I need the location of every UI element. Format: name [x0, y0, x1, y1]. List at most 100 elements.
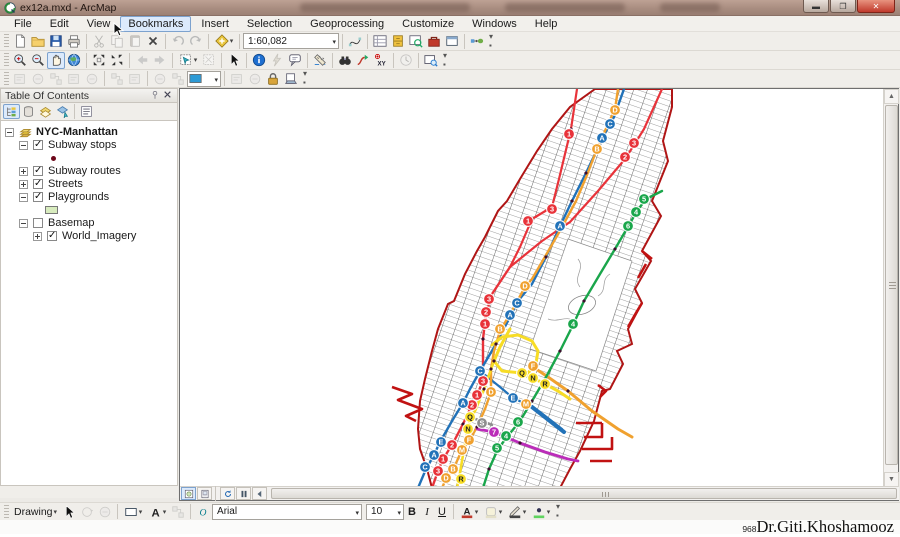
create-viewer-window-button[interactable]: [422, 52, 440, 69]
toolbar-overflow[interactable]: ▾▪: [489, 32, 493, 50]
toc-pin-icon[interactable]: [149, 90, 161, 102]
go-to-xy-button[interactable]: [372, 52, 390, 69]
unknown-tool-2[interactable]: [29, 70, 47, 87]
hyperlink-button[interactable]: [268, 52, 286, 69]
font-style-indicator[interactable]: [194, 503, 212, 520]
unknown-tool-4[interactable]: [65, 70, 83, 87]
print-button[interactable]: [65, 33, 83, 50]
line-color-button[interactable]: ▾: [505, 503, 529, 520]
table-of-contents-button[interactable]: [371, 33, 389, 50]
redo-button[interactable]: [187, 33, 205, 50]
zoom-out-button[interactable]: [29, 52, 47, 69]
toolbar-overflow[interactable]: ▾▪: [556, 502, 560, 520]
pan-button[interactable]: [47, 52, 65, 69]
layer-label[interactable]: Subway routes: [48, 165, 121, 177]
italic-button[interactable]: I: [420, 503, 434, 520]
menu-windows[interactable]: Windows: [464, 16, 525, 32]
add-data-button[interactable]: ▾: [212, 33, 236, 50]
horizontal-scroll-thumb[interactable]: [271, 488, 897, 499]
layer-label[interactable]: Basemap: [48, 217, 94, 229]
layer-visibility-checkbox[interactable]: [33, 192, 43, 202]
list-by-visibility-button[interactable]: [37, 104, 54, 119]
layer-label[interactable]: World_Imagery: [62, 230, 136, 242]
bold-button[interactable]: B: [404, 503, 420, 520]
python-window-button[interactable]: [443, 33, 461, 50]
open-document-button[interactable]: [29, 33, 47, 50]
vertical-scrollbar[interactable]: ▲ ▼: [883, 89, 898, 487]
select-features-button[interactable]: ▾: [176, 52, 200, 69]
zoom-in-button[interactable]: [11, 52, 29, 69]
layer-visibility-checkbox[interactable]: [33, 140, 43, 150]
unknown-tool-3[interactable]: [47, 70, 65, 87]
lock-tool[interactable]: [264, 70, 282, 87]
fixed-zoom-out-button[interactable]: [108, 52, 126, 69]
expander-icon[interactable]: [19, 219, 28, 228]
font-size-combo[interactable]: 10▾: [366, 504, 404, 520]
layer-label[interactable]: NYC-Manhattan: [36, 126, 118, 138]
maximize-button[interactable]: ❐: [830, 0, 856, 13]
go-back-extent-button[interactable]: [133, 52, 151, 69]
measure-button[interactable]: [311, 52, 329, 69]
layer-visibility-checkbox[interactable]: [47, 231, 57, 241]
font-family-combo[interactable]: Arial▾: [212, 504, 362, 520]
menu-bookmarks[interactable]: Bookmarks: [120, 16, 191, 32]
list-by-drawing-order-button[interactable]: [3, 104, 20, 119]
close-button[interactable]: ✕: [857, 0, 895, 13]
time-slider-button[interactable]: [397, 52, 415, 69]
arctoolbox-button[interactable]: [425, 33, 443, 50]
refresh-view-button[interactable]: [220, 487, 235, 500]
underline-button[interactable]: U: [434, 503, 450, 520]
rotate-element-tool[interactable]: [78, 503, 96, 520]
expander-icon[interactable]: [33, 232, 42, 241]
pause-drawing-button[interactable]: [236, 487, 251, 500]
toc-close-icon[interactable]: [161, 90, 173, 101]
html-popup-button[interactable]: [286, 52, 304, 69]
layout-view-button[interactable]: [197, 487, 212, 500]
menu-selection[interactable]: Selection: [239, 16, 300, 32]
go-forward-extent-button[interactable]: [151, 52, 169, 69]
edit-vertices-tool[interactable]: [169, 503, 187, 520]
unknown-tool-5[interactable]: [83, 70, 101, 87]
unknown-tool-8[interactable]: [151, 70, 169, 87]
data-view-button[interactable]: [181, 487, 196, 500]
unknown-tool-11[interactable]: [246, 70, 264, 87]
scroll-up-button[interactable]: ▲: [884, 89, 899, 104]
new-document-button[interactable]: [11, 33, 29, 50]
full-extent-button[interactable]: [65, 52, 83, 69]
drawing-menu-button[interactable]: Drawing▾: [11, 506, 60, 518]
layer-visibility-checkbox[interactable]: [33, 179, 43, 189]
menu-help[interactable]: Help: [527, 16, 566, 32]
marker-color-button[interactable]: ▾: [529, 503, 553, 520]
vertical-scroll-thumb[interactable]: [885, 105, 898, 465]
layer-visibility-checkbox[interactable]: [33, 166, 43, 176]
cut-button[interactable]: [90, 33, 108, 50]
modelbuilder-button[interactable]: [468, 33, 486, 50]
scroll-down-button[interactable]: ▼: [884, 472, 899, 487]
unknown-tool-7[interactable]: [126, 70, 144, 87]
toc-options-button[interactable]: [78, 104, 95, 119]
find-route-button[interactable]: [354, 52, 372, 69]
layer-label[interactable]: Subway stops: [48, 139, 116, 151]
layer-visibility-checkbox[interactable]: [33, 218, 43, 228]
expander-icon[interactable]: [19, 180, 28, 189]
select-elements-tool[interactable]: [60, 503, 78, 520]
catalog-window-button[interactable]: [389, 33, 407, 50]
menu-edit[interactable]: Edit: [42, 16, 77, 32]
expander-icon[interactable]: [19, 193, 28, 202]
rectangle-tool[interactable]: ▾: [121, 503, 145, 520]
menu-customize[interactable]: Customize: [394, 16, 462, 32]
list-by-selection-button[interactable]: [54, 104, 71, 119]
unknown-tool-9[interactable]: [169, 70, 187, 87]
search-window-button[interactable]: [407, 33, 425, 50]
menu-insert[interactable]: Insert: [193, 16, 237, 32]
find-button[interactable]: [336, 52, 354, 69]
fill-color-button[interactable]: ▾: [481, 503, 505, 520]
toolbar-overflow[interactable]: ▾▪: [443, 51, 447, 69]
paste-button[interactable]: [126, 33, 144, 50]
toolbar-overflow[interactable]: ▾▪: [303, 69, 307, 87]
expander-icon[interactable]: [19, 141, 28, 150]
clear-selection-button[interactable]: [200, 52, 218, 69]
text-tool[interactable]: ▾: [145, 503, 169, 520]
unknown-tool-6[interactable]: [108, 70, 126, 87]
expander-icon[interactable]: [5, 128, 14, 137]
